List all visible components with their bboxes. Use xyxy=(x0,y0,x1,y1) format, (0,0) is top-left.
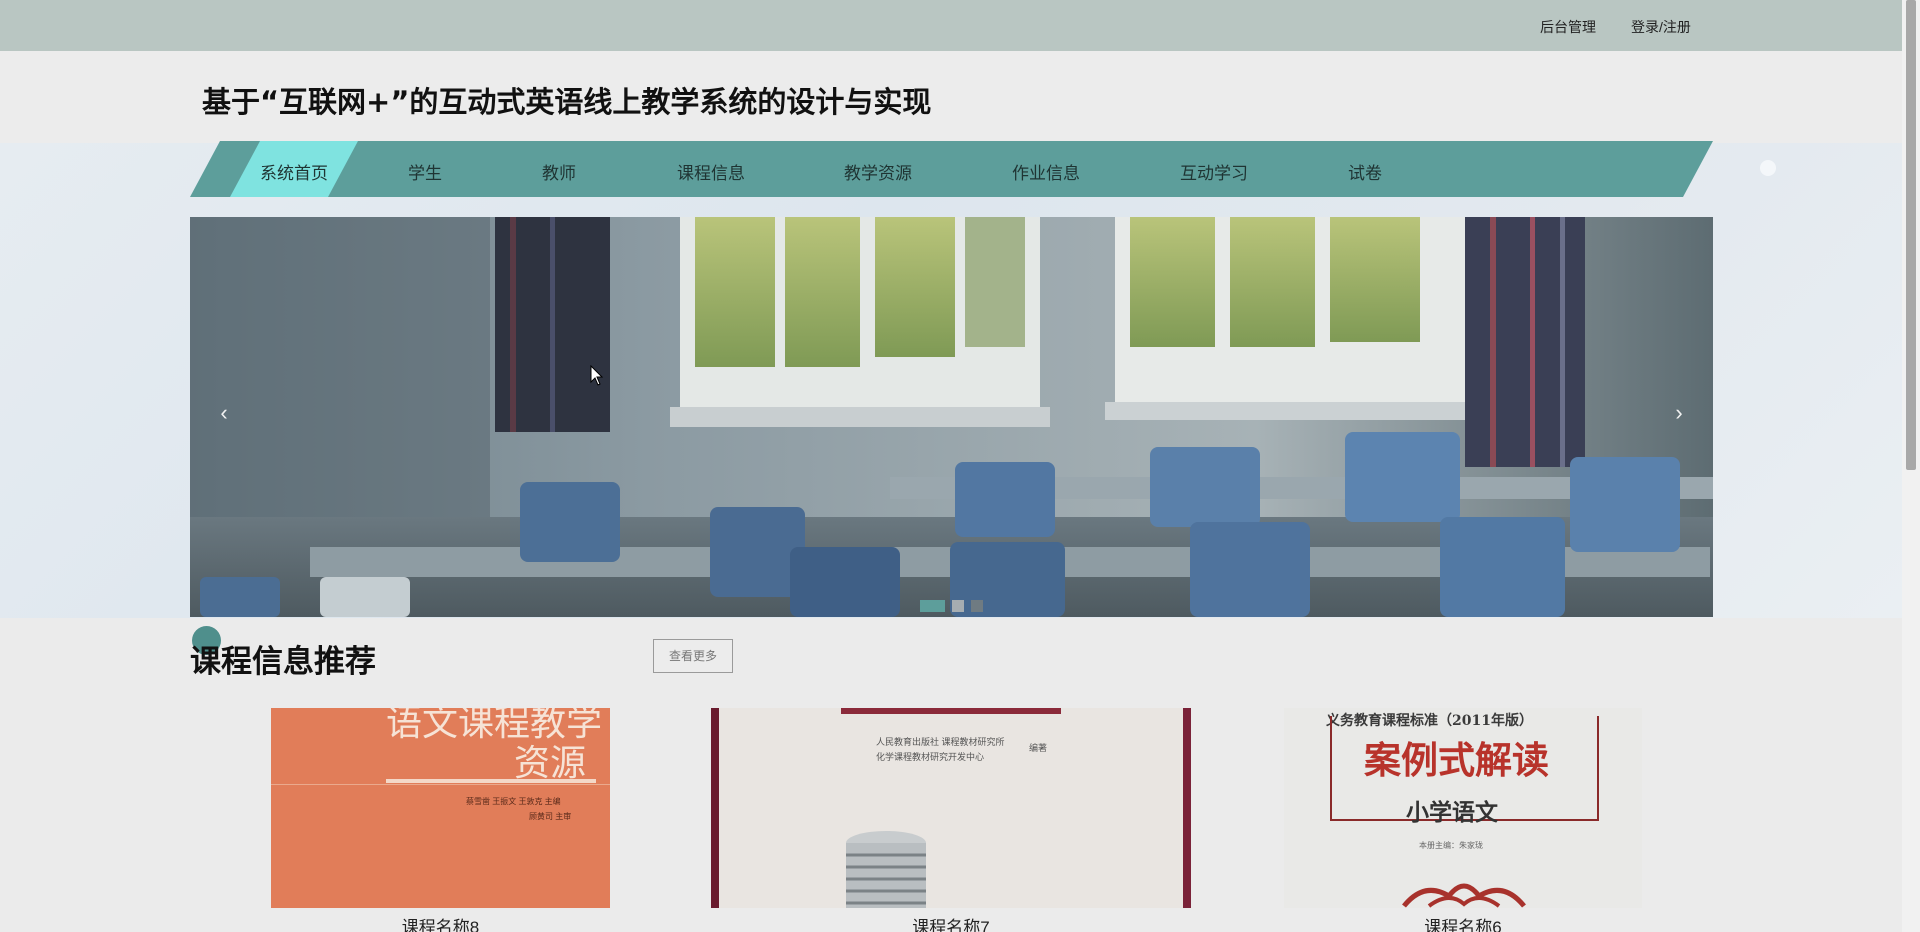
section-title: 课程信息推荐 xyxy=(190,644,376,680)
main-nav: 系统首页 学生 教师 课程信息 教学资源 作业信息 互动学习 试卷 xyxy=(190,141,1713,197)
cover-chief-editor: 本册主编：朱家珑 xyxy=(1419,841,1483,850)
nav-item-exams[interactable]: 试卷 xyxy=(1348,159,1382,184)
nav-item-students[interactable]: 学生 xyxy=(408,159,442,184)
course-cover-image: 语文课程教学 资源 蔡雪凿 王振文 王敦克 主编 顾黄司 主审 xyxy=(271,708,610,908)
carousel-indicator-3[interactable] xyxy=(971,600,983,612)
course-card[interactable]: 义务教育课程标准（2011年版） 案例式解读 小学语文 本册主编：朱家珑 课程名… xyxy=(1284,708,1642,932)
carousel-next-icon[interactable]: › xyxy=(1667,400,1691,426)
course-name[interactable]: 课程名称8 xyxy=(271,913,610,932)
cover-authors: 蔡雪凿 王振文 王敦克 主编 xyxy=(466,797,561,806)
cover-center: 化学课程教材研究开发中心 xyxy=(876,752,985,762)
nav-item-teachers[interactable]: 教师 xyxy=(542,159,576,184)
decorative-dot xyxy=(1760,160,1776,176)
site-title: 基于“互联网+”的互动式英语线上教学系统的设计与实现 xyxy=(202,85,932,119)
admin-link[interactable]: 后台管理 xyxy=(1540,17,1596,37)
course-name[interactable]: 课程名称6 xyxy=(1284,913,1642,932)
banner-carousel[interactable]: ‹ › xyxy=(190,217,1713,617)
nav-item-home[interactable]: 系统首页 xyxy=(260,159,328,184)
login-register-link[interactable]: 登录/注册 xyxy=(1631,17,1691,37)
carousel-prev-icon[interactable]: ‹ xyxy=(212,400,236,426)
mouse-cursor-icon xyxy=(590,365,604,386)
top-bar: 后台管理 登录/注册 xyxy=(0,0,1902,51)
course-card[interactable]: 人民教育出版社 课程教材研究所 化学课程教材研究开发中心 编著 课程名称7 xyxy=(711,708,1191,932)
course-cover-image: 人民教育出版社 课程教材研究所 化学课程教材研究开发中心 编著 xyxy=(711,708,1191,908)
cover-editor: 编著 xyxy=(1029,743,1048,753)
header: 基于“互联网+”的互动式英语线上教学系统的设计与实现 xyxy=(0,51,1902,143)
course-name[interactable]: 课程名称7 xyxy=(711,913,1191,932)
nav-item-resources[interactable]: 教学资源 xyxy=(844,159,912,184)
carousel-indicators xyxy=(920,600,983,612)
carousel-indicator-1[interactable] xyxy=(920,600,945,612)
cover-reviewer: 顾黄司 主审 xyxy=(529,812,572,821)
carousel-indicator-2[interactable] xyxy=(952,600,964,612)
page: 后台管理 登录/注册 基于“互联网+”的互动式英语线上教学系统的设计与实现 系统… xyxy=(0,0,1920,932)
classroom-image xyxy=(190,217,1713,617)
cover-standard: 义务教育课程标准（2011年版） xyxy=(1326,713,1533,729)
cover-publisher: 人民教育出版社 课程教材研究所 xyxy=(876,737,1005,747)
nav-item-courses[interactable]: 课程信息 xyxy=(677,159,745,184)
scrollbar-thumb[interactable] xyxy=(1906,0,1916,470)
course-card[interactable]: 语文课程教学 资源 蔡雪凿 王振文 王敦克 主编 顾黄司 主审 课程名称8 xyxy=(271,708,610,932)
cover-main-title: 案例式解读 xyxy=(1364,738,1549,782)
nav-item-interactive[interactable]: 互动学习 xyxy=(1180,159,1248,184)
nav-item-homework[interactable]: 作业信息 xyxy=(1012,159,1080,184)
course-cover-image: 义务教育课程标准（2011年版） 案例式解读 小学语文 本册主编：朱家珑 xyxy=(1284,708,1642,908)
cover-subject: 小学语文 xyxy=(1406,799,1498,826)
view-more-button[interactable]: 查看更多 xyxy=(653,639,733,673)
